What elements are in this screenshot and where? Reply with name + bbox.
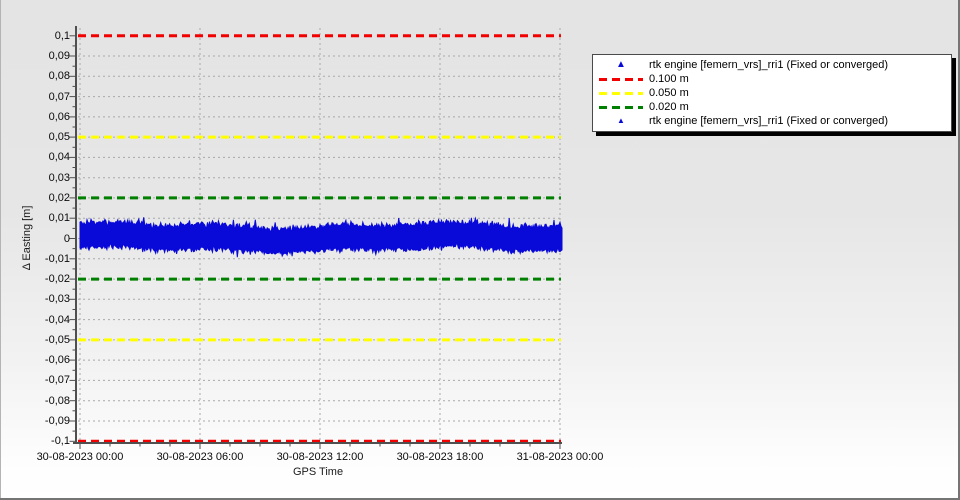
y-axis-title-text: Δ Easting [m] — [21, 205, 33, 271]
legend-box[interactable]: ▲ rtk engine [femern_vrs]_rri1 (Fixed or … — [592, 54, 952, 132]
legend-line-marker — [593, 91, 649, 95]
legend-label: 0.100 m — [649, 73, 689, 85]
y-tick-label: -0,1 — [51, 435, 70, 448]
x-axis-title: GPS Time — [292, 466, 344, 478]
y-tick-label: -0,04 — [44, 313, 70, 326]
legend-dashed-line-sample — [599, 77, 643, 81]
x-tick-label: 30-08-2023 18:00 — [396, 451, 484, 463]
y-tick-label: 0,09 — [48, 50, 70, 63]
y-tick-label: 0,1 — [54, 29, 70, 42]
triangle-marker-icon: ▲ — [617, 116, 625, 125]
y-tick-label: -0,06 — [44, 354, 70, 367]
y-tick-label: 0,06 — [48, 110, 70, 123]
legend-row: 0.020 m — [593, 100, 951, 114]
y-tick-label: -0,09 — [44, 414, 70, 427]
legend-label: rtk engine [femern_vrs]_rri1 (Fixed or c… — [649, 115, 889, 127]
legend-triangle-marker: ▲ — [593, 60, 649, 70]
y-tick-label: 0,02 — [48, 191, 70, 204]
y-tick-label: 0,01 — [48, 212, 70, 225]
x-tick-label: 31-08-2023 00:00 — [516, 451, 604, 463]
legend-row: ▲ rtk engine [femern_vrs]_rri1 (Fixed or … — [593, 58, 951, 72]
triangle-marker-icon: ▲ — [616, 59, 626, 70]
chart-canvas: 0,1 0,09 0,08 0,07 0,06 0,05 0,04 0,03 0,02 0,01 0… — [0, 0, 960, 500]
data-series-band — [79, 216, 563, 258]
y-tick-label: -0,03 — [44, 293, 70, 306]
legend-label: 0.020 m — [649, 101, 689, 113]
y-tick-label: 0,07 — [48, 90, 70, 103]
x-tick-label: 30-08-2023 12:00 — [276, 451, 364, 463]
legend-dashed-line-sample — [599, 105, 643, 109]
y-tick-label: -0,08 — [44, 394, 70, 407]
y-tick-label: -0,07 — [44, 374, 70, 387]
legend-row: ▲ rtk engine [femern_vrs]_rri1 (Fixed or … — [593, 114, 951, 128]
y-tick-label: 0,05 — [48, 131, 70, 144]
legend-row: 0.100 m — [593, 72, 951, 86]
legend-label: rtk engine [femern_vrs]_rri1 (Fixed or c… — [649, 59, 889, 71]
x-tick-label: 30-08-2023 00:00 — [36, 451, 124, 463]
legend-line-marker — [593, 77, 649, 81]
y-tick-label: -0,05 — [44, 333, 70, 346]
y-tick-label: 0 — [63, 232, 70, 245]
legend-line-marker — [593, 105, 649, 109]
y-tick-label: 0,03 — [48, 171, 70, 184]
legend-row: 0.050 m — [593, 86, 951, 100]
y-tick-label: 0,08 — [48, 70, 70, 83]
legend-label: 0.050 m — [649, 87, 689, 99]
x-tick-label: 30-08-2023 06:00 — [156, 451, 244, 463]
y-tick-label: -0,01 — [44, 252, 70, 265]
y-tick-label: 0,04 — [48, 151, 70, 164]
y-tick-label: -0,02 — [44, 273, 70, 286]
legend-triangle-marker: ▲ — [593, 117, 649, 125]
legend-dashed-line-sample — [599, 91, 643, 95]
